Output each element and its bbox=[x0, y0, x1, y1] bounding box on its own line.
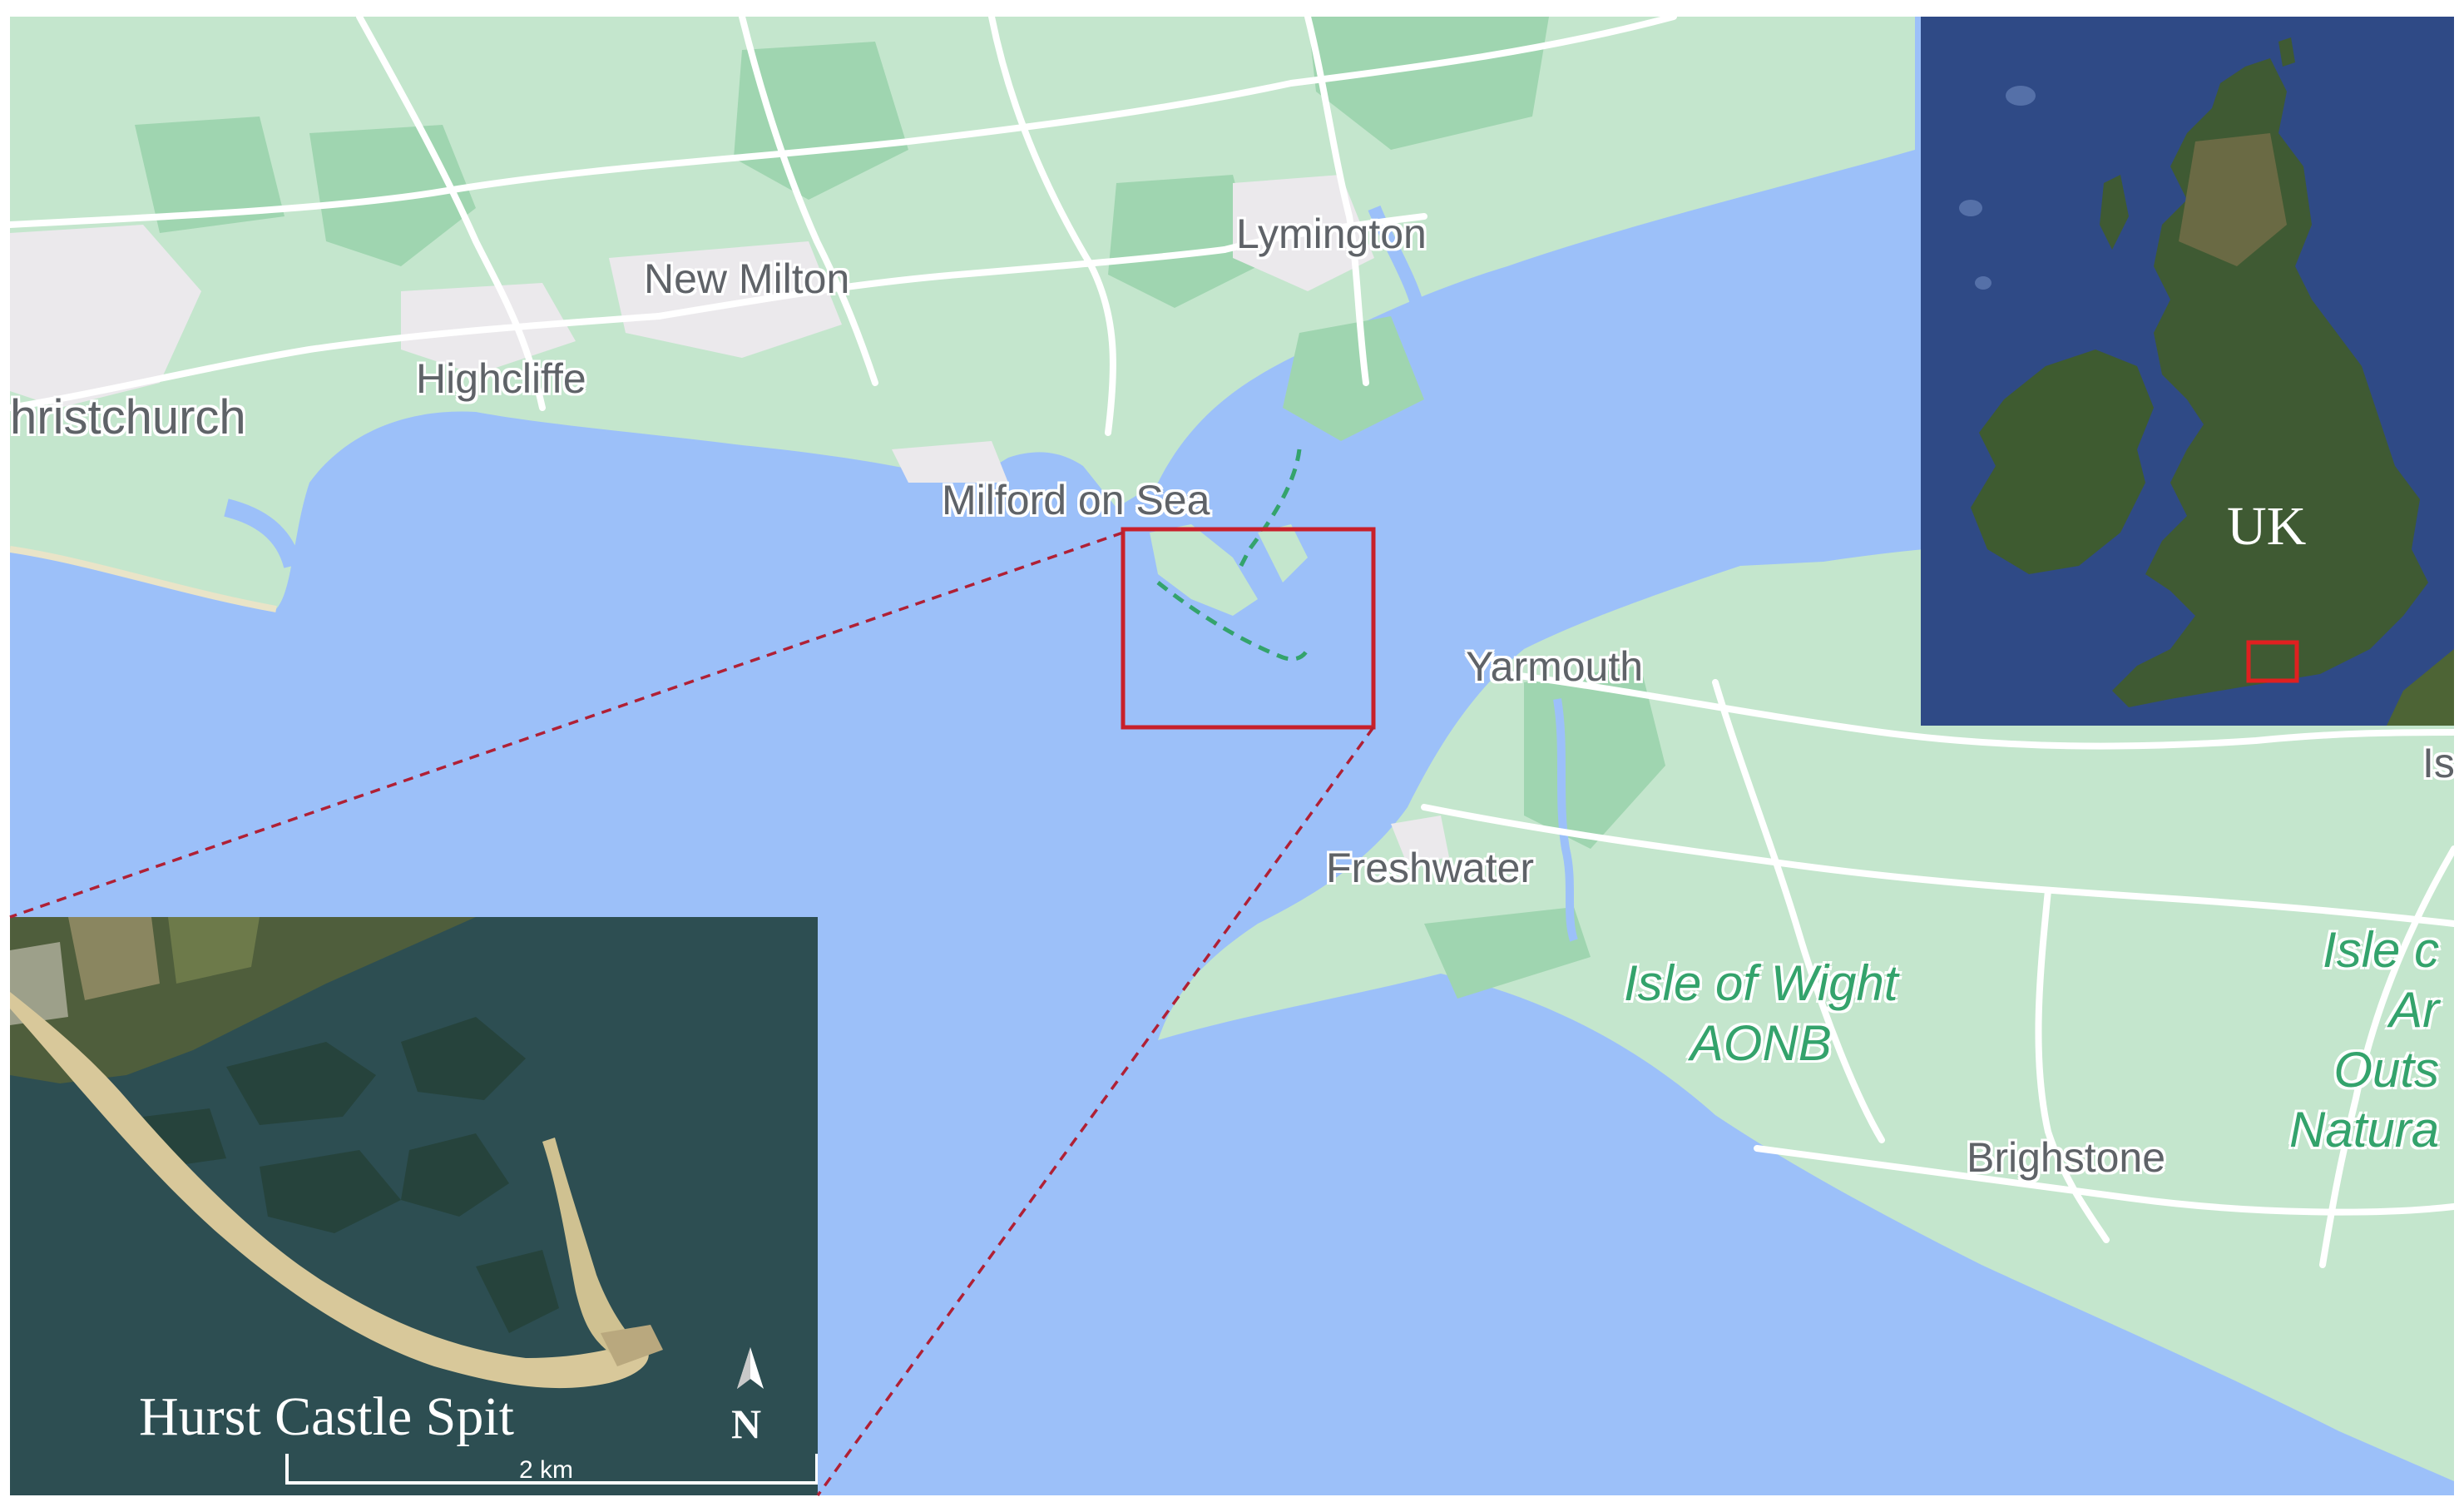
aonb-line2: AONB bbox=[1690, 1015, 1832, 1071]
north-label: N bbox=[731, 1400, 762, 1447]
spit-inset-satellite: Hurst Castle Spit N 2 km bbox=[10, 917, 818, 1495]
edge-park-label: Isle c Ar Outs Natura bbox=[2289, 920, 2439, 1160]
place-brighstone: Brighstone bbox=[1967, 1134, 2166, 1181]
edge-park-line1: Isle c bbox=[2323, 922, 2440, 978]
place-edge-fragment: Is bbox=[2422, 740, 2454, 786]
figure: hristchurch Highcliffe New Milton Lyming… bbox=[0, 0, 2464, 1512]
aonb-line1: Isle of Wight bbox=[1624, 955, 1898, 1011]
place-milford-on-sea: Milford on Sea bbox=[942, 477, 1210, 523]
place-christchurch: hristchurch bbox=[10, 390, 246, 444]
uk-label: UK bbox=[2227, 496, 2307, 557]
north-arrow-icon bbox=[737, 1347, 764, 1389]
place-lymington: Lymington bbox=[1236, 211, 1427, 257]
aonb-label: Isle of Wight AONB bbox=[1624, 954, 1898, 1073]
uk-inset-map: UK bbox=[1921, 17, 2454, 726]
place-freshwater: Freshwater bbox=[1326, 845, 1535, 891]
edge-park-line4: Natura bbox=[2289, 1102, 2440, 1158]
woodland-area bbox=[1283, 316, 1424, 441]
place-new-milton: New Milton bbox=[644, 255, 850, 302]
scale-label: 2 km bbox=[519, 1456, 574, 1484]
place-yarmouth: Yarmouth bbox=[1466, 643, 1644, 690]
spit-marsh bbox=[1150, 524, 1258, 616]
edge-park-line2: Ar bbox=[2389, 982, 2440, 1038]
edge-park-line3: Outs bbox=[2333, 1042, 2440, 1098]
place-highcliffe: Highcliffe bbox=[416, 355, 586, 402]
spit-marsh bbox=[1258, 524, 1308, 582]
spit-inset-title: Hurst Castle Spit bbox=[139, 1386, 515, 1447]
uk-satellite bbox=[1921, 17, 2454, 726]
